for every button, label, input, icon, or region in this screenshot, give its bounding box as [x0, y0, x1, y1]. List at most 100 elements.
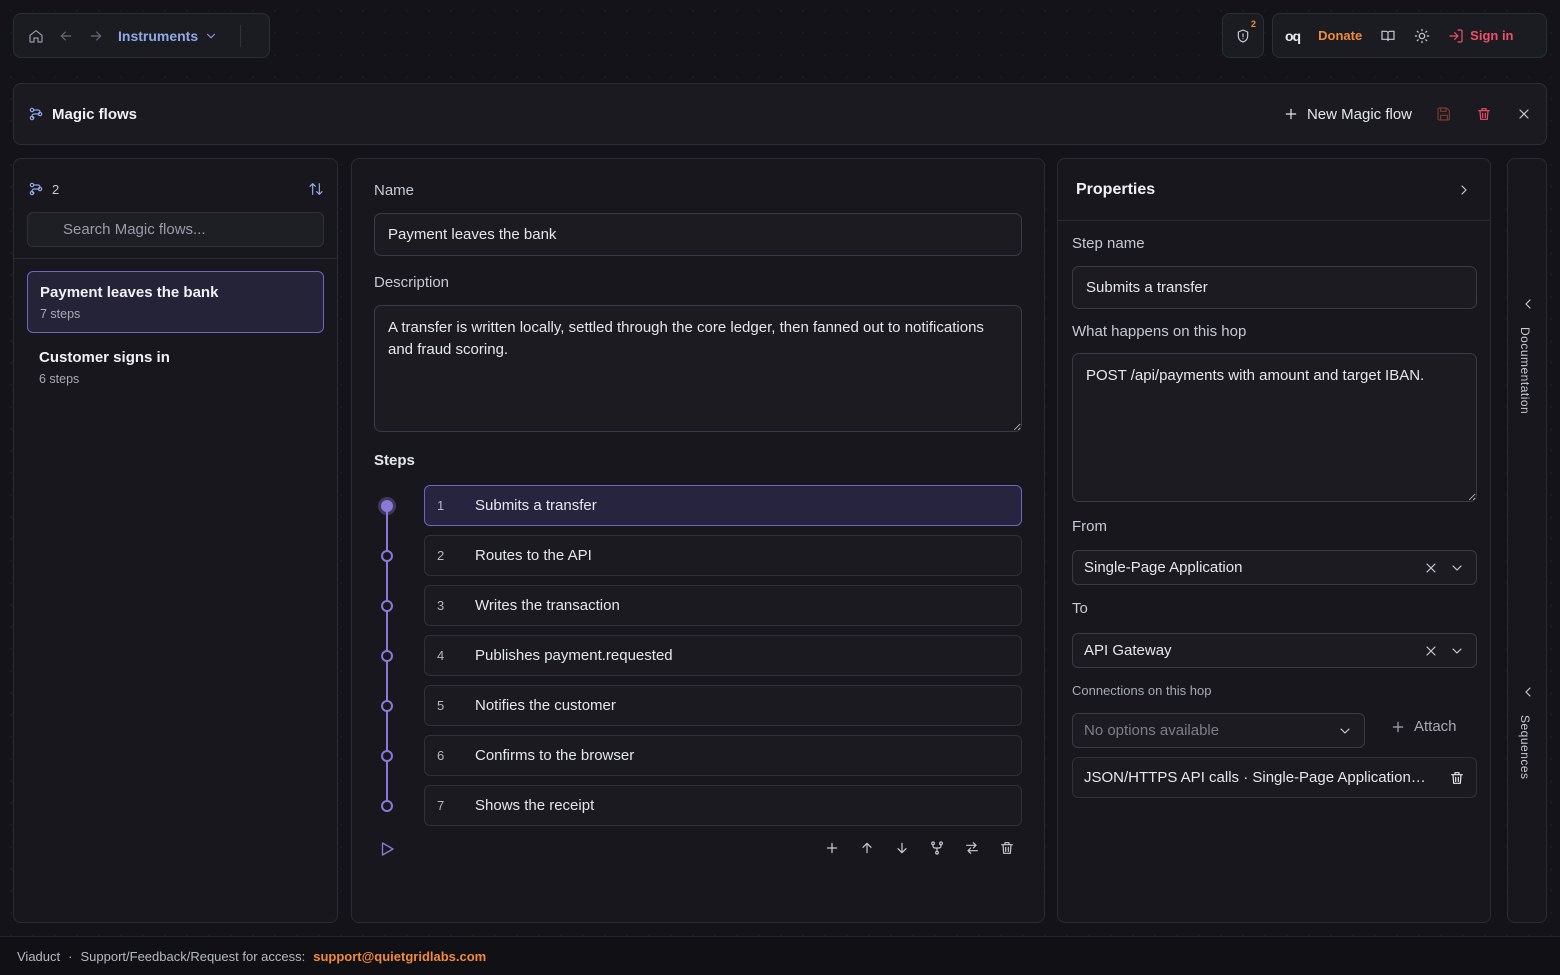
step-label: Confirms to the browser	[475, 747, 635, 764]
top-navigation: Instruments	[13, 13, 270, 58]
notification-badge: 2	[1250, 19, 1256, 29]
flow-item-signin[interactable]: Customer signs in 6 steps	[27, 337, 324, 399]
sun-icon[interactable]	[1414, 28, 1430, 44]
from-select[interactable]: Single-Page Application	[1072, 550, 1477, 585]
sign-in-button[interactable]: Sign in	[1448, 28, 1514, 44]
donate-link[interactable]: Donate	[1318, 28, 1362, 43]
login-icon	[1449, 28, 1463, 43]
description-textarea[interactable]: A transfer is written locally, settled t…	[374, 305, 1022, 432]
step-dot	[381, 800, 393, 812]
clear-icon[interactable]	[1423, 560, 1439, 576]
properties-title: Properties	[1076, 180, 1156, 198]
step-label: Submits a transfer	[475, 497, 597, 514]
step-name-input[interactable]	[1072, 266, 1477, 309]
step-row-6[interactable]: 6 Confirms to the browser	[424, 735, 1022, 776]
chevron-left-icon[interactable]	[1520, 684, 1536, 700]
steps-toolbar	[824, 840, 1015, 856]
close-icon[interactable]	[1516, 106, 1532, 122]
step-row-5[interactable]: 5 Notifies the customer	[424, 685, 1022, 726]
to-label: To	[1072, 600, 1088, 617]
chevron-down-icon[interactable]	[1449, 560, 1465, 576]
user-toolbar: oq Donate Sign in	[1272, 13, 1547, 58]
support-email-link[interactable]: support@quietgridlabs.com	[313, 949, 486, 964]
flows-count-row: 2	[28, 181, 324, 197]
sort-icon[interactable]	[308, 181, 324, 197]
step-name-label: Step name	[1072, 235, 1145, 252]
step-number: 1	[437, 498, 445, 513]
attach-button[interactable]: Attach	[1390, 718, 1457, 735]
from-label: From	[1072, 518, 1107, 535]
properties-header: Properties	[1058, 159, 1490, 221]
description-label: Description	[374, 274, 450, 291]
back-arrow-icon[interactable]	[58, 28, 74, 44]
connections-select[interactable]: No options available	[1072, 713, 1365, 748]
name-label: Name	[374, 182, 415, 199]
notifications-button[interactable]: 2	[1222, 13, 1264, 58]
add-step-icon[interactable]	[824, 840, 840, 856]
chevron-down-icon	[1340, 727, 1350, 734]
step-dot	[381, 700, 393, 712]
branch-icon[interactable]	[929, 840, 945, 856]
step-number: 2	[437, 548, 445, 563]
footer: Viaduct · Support/Feedback/Request for a…	[0, 936, 1560, 975]
new-magic-flow-label: New Magic flow	[1306, 105, 1412, 123]
play-icon[interactable]	[378, 840, 396, 858]
magic-flows-label: Magic flows	[52, 105, 138, 123]
flow-item-payment[interactable]: Payment leaves the bank 7 steps	[27, 271, 324, 333]
chevron-left-icon[interactable]	[1520, 296, 1536, 312]
chevron-down-icon[interactable]	[1449, 643, 1465, 659]
hop-textarea[interactable]: POST /api/payments with amount and targe…	[1072, 353, 1477, 502]
flow-steps: 7 steps	[40, 307, 81, 321]
step-label: Routes to the API	[475, 547, 592, 564]
flows-count: 2	[52, 181, 60, 197]
chevron-down-icon	[207, 33, 216, 38]
step-label: Publishes payment.requested	[475, 647, 673, 664]
home-icon[interactable]	[28, 28, 44, 44]
step-dot	[381, 650, 393, 662]
properties-panel: Properties Step name What happens on thi…	[1057, 158, 1491, 923]
step-number: 7	[437, 798, 445, 813]
clear-icon[interactable]	[1423, 643, 1439, 659]
footer-support-text: Support/Feedback/Request for access:	[80, 948, 306, 964]
footer-app-name: Viaduct	[17, 948, 61, 964]
flow-editor: Name Description A transfer is written l…	[351, 158, 1045, 923]
brand-logo[interactable]: oq	[1285, 28, 1301, 44]
step-row-2[interactable]: 2 Routes to the API	[424, 535, 1022, 576]
step-row-7[interactable]: 7 Shows the receipt	[424, 785, 1022, 826]
step-number: 6	[437, 748, 445, 763]
to-select[interactable]: API Gateway	[1072, 633, 1477, 668]
search-input[interactable]	[27, 212, 324, 247]
workflow-icon	[29, 107, 43, 121]
step-row-4[interactable]: 4 Publishes payment.requested	[424, 635, 1022, 676]
book-icon[interactable]	[1380, 28, 1396, 44]
documentation-tab[interactable]: Documentation	[1518, 327, 1532, 414]
trash-icon[interactable]	[1449, 770, 1465, 786]
trash-icon[interactable]	[1476, 106, 1492, 122]
move-up-icon[interactable]	[859, 840, 875, 856]
new-magic-flow-button[interactable]: New Magic flow	[1283, 106, 1412, 123]
step-dot	[381, 750, 393, 762]
step-row-1[interactable]: 1 Submits a transfer	[424, 485, 1022, 526]
name-input[interactable]	[374, 213, 1022, 256]
sign-in-label: Sign in	[1470, 28, 1514, 43]
step-number: 4	[437, 648, 445, 663]
save-icon[interactable]	[1436, 106, 1452, 122]
shield-alert-icon	[1237, 28, 1249, 43]
workflow-icon	[29, 182, 43, 196]
step-dot-active	[381, 500, 393, 512]
sequences-tab[interactable]: Sequences	[1518, 715, 1532, 780]
step-label: Shows the receipt	[475, 797, 595, 814]
step-number: 3	[437, 598, 445, 613]
from-value: Single-Page Application	[1084, 559, 1243, 576]
breadcrumb-label: Instruments	[118, 27, 199, 44]
swap-icon[interactable]	[964, 840, 980, 856]
trash-icon[interactable]	[999, 840, 1015, 856]
move-down-icon[interactable]	[894, 840, 910, 856]
chevron-right-icon[interactable]	[1456, 182, 1472, 198]
magic-flows-header: Magic flows New Magic flow	[13, 83, 1547, 145]
connection-item: JSON/HTTPS API calls · Single-Page Appli…	[1072, 757, 1477, 798]
step-row-3[interactable]: 3 Writes the transaction	[424, 585, 1022, 626]
step-dot	[381, 600, 393, 612]
breadcrumb-dropdown[interactable]: Instruments	[118, 28, 218, 44]
forward-arrow-icon[interactable]	[88, 28, 104, 44]
